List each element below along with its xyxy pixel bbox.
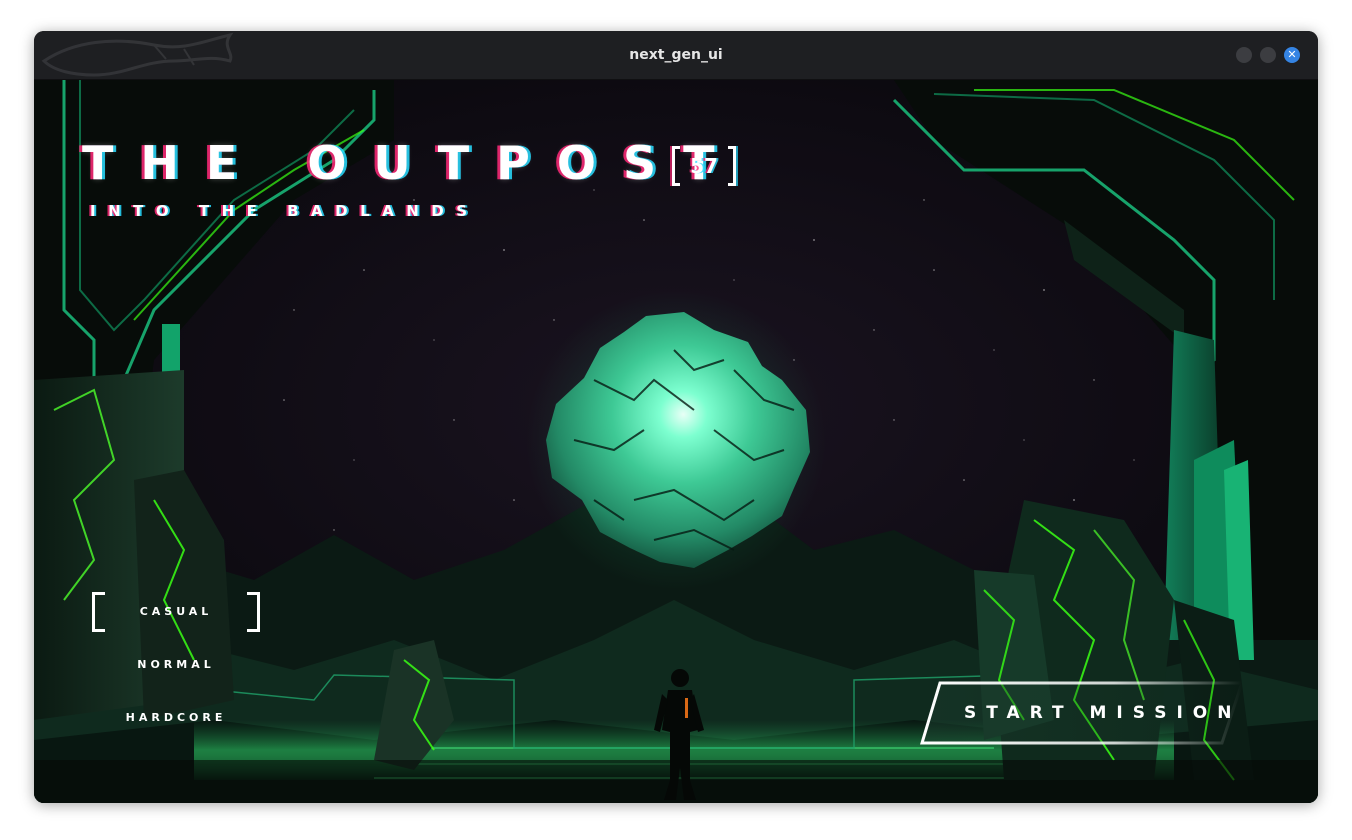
window-title: next_gen_ui [629, 47, 723, 63]
title-number-badge: 57 [672, 146, 736, 186]
close-button[interactable]: ✕ [1284, 47, 1300, 63]
close-icon: ✕ [1287, 48, 1297, 61]
minimize-button[interactable] [1236, 47, 1252, 63]
game-scene: THE OUTPOST 57 INTO THE BADLANDS CASUAL … [34, 80, 1318, 803]
difficulty-casual[interactable]: CASUAL [92, 592, 260, 632]
game-subtitle: INTO THE BADLANDS [90, 202, 480, 220]
app-window: next_gen_ui ✕ THE OUTPOST 57 INTO THE BA… [34, 31, 1318, 803]
badge-bracket-left [672, 146, 680, 186]
start-mission-label: START MISSION [964, 703, 1242, 723]
badge-number: 57 [690, 154, 718, 178]
difficulty-normal[interactable]: NORMAL [92, 645, 260, 685]
title-bar[interactable]: next_gen_ui ✕ [34, 31, 1318, 80]
game-title: THE OUTPOST [82, 136, 742, 190]
difficulty-menu: CASUAL NORMAL HARDCORE [92, 592, 260, 752]
badge-bracket-right [728, 146, 736, 186]
start-mission-button[interactable]: START MISSION [920, 681, 1244, 745]
maximize-button[interactable] [1260, 47, 1276, 63]
difficulty-hardcore[interactable]: HARDCORE [92, 698, 260, 738]
